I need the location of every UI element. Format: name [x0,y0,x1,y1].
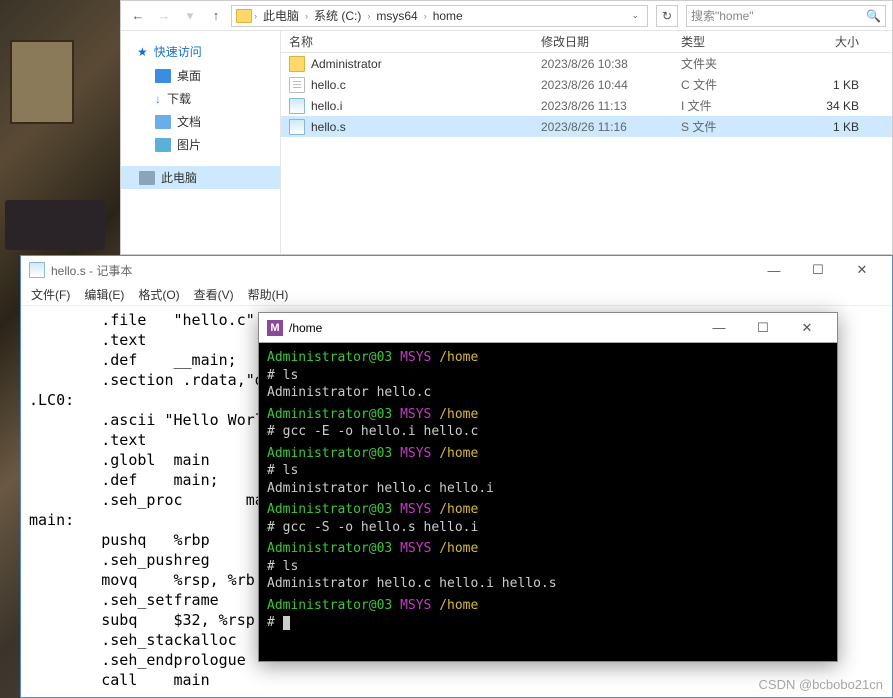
sidebar-quickaccess[interactable]: ★快速访问 [121,39,280,64]
menu-help[interactable]: 帮助(H) [242,284,295,305]
breadcrumb[interactable]: home [429,9,467,23]
notepad-menubar: 文件(F) 编辑(E) 格式(O) 查看(V) 帮助(H) [21,284,892,306]
download-icon: ↓ [155,92,161,106]
minimize-button[interactable]: — [697,313,741,343]
nav-back-button[interactable]: ← [127,5,149,27]
file-date: 2023/8/26 11:13 [541,99,681,113]
file-size: 1 KB [801,78,871,92]
file-size: 34 KB [801,99,871,113]
sidebar-item-thispc[interactable]: 此电脑 [121,166,280,189]
file-name: Administrator [311,57,382,71]
menu-file[interactable]: 文件(F) [25,284,76,305]
refresh-button[interactable]: ↻ [656,5,678,27]
file-date: 2023/8/26 10:38 [541,57,681,71]
table-row[interactable]: hello.i 2023/8/26 11:13I 文件34 KB [281,95,892,116]
watermark: CSDN @bcbobo21cn [759,677,883,692]
file-icon [289,77,305,93]
breadcrumb[interactable]: msys64 [372,9,421,23]
minimize-button[interactable]: — [752,256,796,284]
notepad-titlebar[interactable]: hello.s - 记事本 — ☐ ✕ [21,256,892,284]
sidebar-item-downloads[interactable]: ↓下载 [121,87,280,110]
star-icon: ★ [137,45,148,59]
chevron-right-icon: › [305,11,308,21]
address-bar[interactable]: › 此电脑 › 系统 (C:) › msys64 › home ⌄ [231,5,648,27]
chevron-right-icon: › [254,11,257,21]
file-name: hello.i [311,99,342,113]
column-date-header[interactable]: 修改日期 [541,33,681,50]
file-icon [289,56,305,72]
search-placeholder: 搜索"home" [691,7,754,24]
menu-format[interactable]: 格式(O) [132,284,185,305]
nav-forward-button[interactable]: → [153,5,175,27]
column-size-header[interactable]: 大小 [801,33,871,50]
explorer-sidebar: ★快速访问 桌面 ↓下载 文档 图片 此电脑 [121,31,281,254]
folder-icon [236,9,252,23]
explorer-toolbar: ← → ▾ ↑ › 此电脑 › 系统 (C:) › msys64 › home … [121,1,892,31]
maximize-button[interactable]: ☐ [741,313,785,343]
close-button[interactable]: ✕ [785,313,829,343]
table-row[interactable]: hello.c 2023/8/26 10:44C 文件1 KB [281,74,892,95]
column-name-header[interactable]: 名称 [281,33,541,50]
column-type-header[interactable]: 类型 [681,33,801,50]
menu-edit[interactable]: 编辑(E) [78,284,130,305]
file-type: S 文件 [681,118,801,135]
picture-icon [155,138,171,152]
file-list-header: 名称 修改日期 类型 大小 [281,31,892,53]
file-list: 名称 修改日期 类型 大小 Administrator 2023/8/26 10:… [281,31,892,254]
file-name: hello.s [311,120,346,134]
file-icon [289,119,305,135]
nav-up-button[interactable]: ↑ [205,5,227,27]
msys-icon: M [267,320,283,336]
terminal-window: M /home — ☐ ✕ Administrator@03 MSYS /hom… [258,312,838,662]
breadcrumb[interactable]: 此电脑 [259,7,303,24]
search-icon: 🔍 [866,9,881,23]
file-type: 文件夹 [681,55,801,72]
chevron-right-icon: › [367,11,370,21]
file-date: 2023/8/26 10:44 [541,78,681,92]
sidebar-item-desktop[interactable]: 桌面 [121,64,280,87]
sidebar-item-documents[interactable]: 文档 [121,110,280,133]
file-type: I 文件 [681,97,801,114]
file-icon [289,98,305,114]
notepad-icon [29,262,45,278]
file-name: hello.c [311,78,346,92]
menu-view[interactable]: 查看(V) [188,284,240,305]
maximize-button[interactable]: ☐ [796,256,840,284]
notepad-title: hello.s - 记事本 [51,262,132,279]
desktop-icon [155,69,171,83]
sidebar-item-pictures[interactable]: 图片 [121,133,280,156]
table-row[interactable]: Administrator 2023/8/26 10:38文件夹 [281,53,892,74]
address-dropdown-icon[interactable]: ⌄ [627,10,643,21]
file-date: 2023/8/26 11:16 [541,120,681,134]
file-type: C 文件 [681,76,801,93]
terminal-content[interactable]: Administrator@03 MSYS /home# lsAdministr… [259,343,837,638]
pc-icon [139,171,155,185]
document-icon [155,115,171,129]
chevron-right-icon: › [424,11,427,21]
terminal-title: /home [289,321,322,335]
close-button[interactable]: ✕ [840,256,884,284]
breadcrumb[interactable]: 系统 (C:) [310,7,365,24]
file-size: 1 KB [801,120,871,134]
nav-recent-button[interactable]: ▾ [179,5,201,27]
table-row[interactable]: hello.s 2023/8/26 11:16S 文件1 KB [281,116,892,137]
file-explorer-window: ← → ▾ ↑ › 此电脑 › 系统 (C:) › msys64 › home … [120,0,893,255]
search-input[interactable]: 搜索"home" 🔍 [686,5,886,27]
terminal-titlebar[interactable]: M /home — ☐ ✕ [259,313,837,343]
